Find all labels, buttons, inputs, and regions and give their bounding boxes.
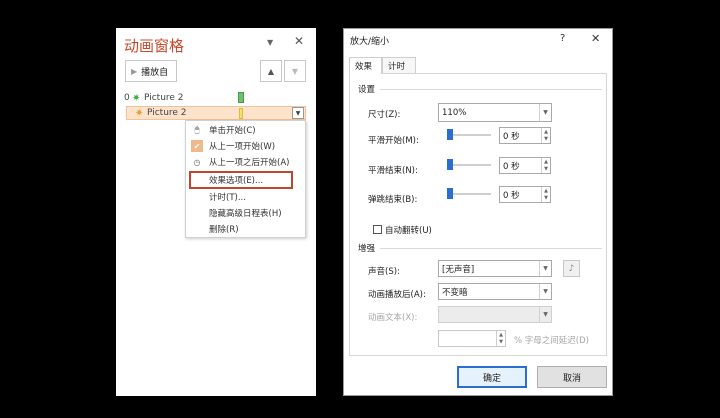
smooth-end-slider[interactable] xyxy=(447,164,491,166)
size-label: 尺寸(Z): xyxy=(368,110,401,120)
section-divider xyxy=(380,248,602,249)
menu-item-label: 从上一项之后开始(A) xyxy=(209,158,290,168)
slider-thumb[interactable] xyxy=(447,129,453,140)
sound-label: 声音(S): xyxy=(368,267,400,277)
pane-close-icon[interactable]: ✕ xyxy=(294,34,304,48)
dialog-title: 放大/缩小 xyxy=(350,37,390,47)
animation-item-selected[interactable]: ✷ Picture 2 ▼ xyxy=(126,106,306,120)
sound-combo[interactable]: [无声音] ▼ xyxy=(438,260,552,277)
section-enhancements: 增强 xyxy=(358,244,376,254)
size-value: 110% xyxy=(442,107,467,118)
clock-icon: ◷ xyxy=(193,157,201,167)
mouse-icon: 🖱 xyxy=(194,125,200,134)
after-animation-label: 动画播放后(A): xyxy=(368,290,426,300)
item-dropdown-icon[interactable]: ▼ xyxy=(292,107,304,119)
play-from-label: 播放自 xyxy=(141,67,169,78)
menu-item-after-previous[interactable]: ◷ 从上一项之后开始(A) xyxy=(186,154,305,170)
menu-item-timing[interactable]: 计时(T)... xyxy=(186,189,305,205)
ok-button[interactable]: 确定 xyxy=(457,366,527,388)
help-icon[interactable]: ? xyxy=(560,33,565,44)
pane-title: 动画窗格 xyxy=(124,37,185,55)
delay-spinner[interactable]: ▲ ▼ xyxy=(438,330,506,347)
cancel-button[interactable]: 取消 xyxy=(537,366,607,388)
spinner-value: 0 秒 xyxy=(503,161,520,172)
menu-item-on-click[interactable]: 🖱 单击开始(C) xyxy=(186,122,305,138)
pane-options-dropdown-icon[interactable]: ▼ xyxy=(267,38,273,47)
zoom-dialog: 放大/缩小 ? ✕ 效果 计时 设置 尺寸(Z): 110% ▼ 平滑开始(M)… xyxy=(343,28,613,396)
play-icon: ▶ xyxy=(131,66,138,76)
chevron-down-icon[interactable]: ▼ xyxy=(539,284,551,299)
section-settings: 设置 xyxy=(358,85,376,95)
after-animation-value: 不变暗 xyxy=(442,287,468,298)
move-up-button[interactable]: ▲ xyxy=(260,60,282,82)
highlight-box xyxy=(189,171,293,189)
bounce-end-slider[interactable] xyxy=(447,193,491,195)
smooth-end-label: 平滑结束(N): xyxy=(368,166,418,176)
play-from-button[interactable]: ▶ 播放自 xyxy=(125,60,177,82)
animate-text-label: 动画文本(X): xyxy=(368,313,418,323)
chevron-down-icon[interactable]: ▼ xyxy=(539,261,551,276)
tab-content: 设置 尺寸(Z): 110% ▼ 平滑开始(M): 0 秒 ▲ ▼ 平滑结束(N)… xyxy=(349,73,607,356)
menu-item-label: 删除(R) xyxy=(209,225,239,235)
animation-item-name: Picture 2 xyxy=(147,108,187,118)
menu-item-label: 从上一项开始(W) xyxy=(209,142,276,152)
tab-effect[interactable]: 效果 xyxy=(349,57,382,74)
menu-item-label: 计时(T)... xyxy=(209,193,246,203)
volume-icon[interactable]: ♪ xyxy=(563,260,580,277)
after-animation-combo[interactable]: 不变暗 ▼ xyxy=(438,283,552,300)
context-menu: 🖱 单击开始(C) ✔ 从上一项开始(W) ◷ 从上一项之后开始(A) 效果选项… xyxy=(185,120,306,238)
menu-item-hide-timeline[interactable]: 隐藏高级日程表(H) xyxy=(186,205,305,221)
tab-timing[interactable]: 计时 xyxy=(382,57,416,73)
chevron-down-icon[interactable]: ▼ xyxy=(539,307,551,322)
auto-reverse-checkbox[interactable] xyxy=(373,225,382,234)
menu-item-label: 隐藏高级日程表(H) xyxy=(209,209,282,219)
spinner-arrows[interactable]: ▲ ▼ xyxy=(541,187,550,202)
spinner-arrows[interactable]: ▲ ▼ xyxy=(541,158,550,173)
bounce-end-spinner[interactable]: 0 秒 ▲ ▼ xyxy=(499,186,551,203)
entrance-effect-icon: ✷ xyxy=(132,92,141,104)
smooth-start-spinner[interactable]: 0 秒 ▲ ▼ xyxy=(499,127,551,144)
section-divider xyxy=(380,89,602,90)
animation-item[interactable]: 0 ✷ Picture 2 xyxy=(124,91,308,105)
smooth-end-spinner[interactable]: 0 秒 ▲ ▼ xyxy=(499,157,551,174)
timeline-bar[interactable] xyxy=(238,92,244,103)
spinner-value: 0 秒 xyxy=(503,190,520,201)
spinner-arrows[interactable]: ▲ ▼ xyxy=(541,128,550,143)
menu-item-label: 单击开始(C) xyxy=(209,126,256,136)
sound-value: [无声音] xyxy=(442,264,475,275)
animate-text-combo[interactable]: ▼ xyxy=(438,306,552,323)
animation-item-name: Picture 2 xyxy=(144,93,184,103)
timeline-bar[interactable] xyxy=(239,108,243,119)
animation-item-number: 0 xyxy=(124,93,130,103)
bounce-end-label: 弹跳结束(B): xyxy=(368,195,418,205)
delay-label: % 字母之间延迟(D) xyxy=(514,336,589,346)
auto-reverse-label: 自动翻转(U) xyxy=(385,226,432,236)
close-icon[interactable]: ✕ xyxy=(591,32,600,45)
move-down-button[interactable]: ▼ xyxy=(284,60,306,82)
size-combo[interactable]: 110% ▼ xyxy=(438,103,552,122)
slider-thumb[interactable] xyxy=(447,159,453,170)
check-icon: ✔ xyxy=(191,140,203,152)
smooth-start-label: 平滑开始(M): xyxy=(368,136,419,146)
smooth-start-slider[interactable] xyxy=(447,134,491,136)
chevron-down-icon[interactable]: ▼ xyxy=(539,104,551,121)
menu-item-remove[interactable]: 删除(R) xyxy=(186,221,305,237)
emphasis-effect-icon: ✷ xyxy=(135,107,144,119)
menu-item-with-previous[interactable]: ✔ 从上一项开始(W) xyxy=(186,138,305,154)
spinner-arrows[interactable]: ▲ ▼ xyxy=(496,331,505,346)
spinner-value: 0 秒 xyxy=(503,131,520,142)
slider-thumb[interactable] xyxy=(447,188,453,199)
